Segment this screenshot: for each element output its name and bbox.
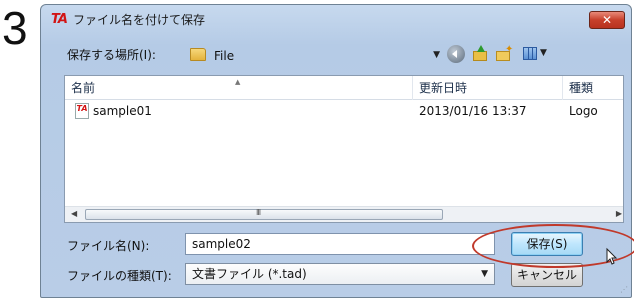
document-file-icon: TA: [75, 103, 89, 119]
title-bar: TA ファイル名を付けて保存 ✕: [41, 5, 631, 35]
navigation-toolbar: ✦ ▼: [445, 43, 575, 65]
horizontal-scrollbar[interactable]: ◀ III ▶: [65, 206, 623, 222]
close-button[interactable]: ✕: [589, 11, 625, 29]
file-name: sample01: [93, 104, 152, 118]
chevron-down-icon[interactable]: ▼: [433, 50, 440, 60]
save-location-dropdown[interactable]: File ▼: [176, 43, 442, 67]
filetype-label: ファイルの種類(T):: [67, 269, 172, 283]
column-header-modified[interactable]: 更新日時: [413, 76, 563, 100]
new-folder-icon[interactable]: ✦: [495, 45, 513, 63]
up-folder-icon[interactable]: [471, 45, 489, 63]
views-menu-icon[interactable]: ▼: [523, 45, 551, 63]
filename-label: ファイル名(N):: [67, 239, 150, 253]
resize-grip-icon[interactable]: ⋰: [620, 286, 628, 294]
dialog-title: ファイル名を付けて保存: [73, 13, 206, 27]
chevron-down-icon[interactable]: ▼: [481, 264, 488, 284]
step-number: 3: [2, 2, 28, 54]
file-modified: 2013/01/16 13:37: [419, 104, 527, 118]
mouse-pointer-icon: [606, 247, 618, 265]
save-location-value: File: [214, 49, 235, 63]
scroll-right-icon[interactable]: ▶: [616, 209, 622, 218]
column-headers: 名前 ▲ 更新日時 種類: [65, 76, 623, 100]
filename-input[interactable]: sample02: [185, 233, 495, 255]
app-logo-icon: TA: [51, 12, 68, 27]
scroll-thumb[interactable]: III: [85, 208, 443, 220]
column-header-type[interactable]: 種類: [563, 76, 631, 100]
sort-ascending-icon: ▲: [235, 78, 241, 86]
file-list[interactable]: 名前 ▲ 更新日時 種類 TA sample01 2013/01/16 13:3…: [64, 75, 624, 223]
save-location-label: 保存する場所(I):: [67, 48, 156, 62]
filetype-select[interactable]: 文書ファイル (*.tad) ▼: [185, 263, 495, 285]
back-icon[interactable]: [447, 45, 465, 63]
file-row[interactable]: TA sample01 2013/01/16 13:37 Logo: [65, 102, 625, 122]
file-type: Logo: [569, 104, 598, 118]
scroll-left-icon[interactable]: ◀: [71, 209, 77, 218]
filetype-value: 文書ファイル (*.tad): [192, 267, 307, 281]
folder-icon: [190, 48, 206, 61]
scroll-grip-icon: III: [256, 208, 261, 217]
